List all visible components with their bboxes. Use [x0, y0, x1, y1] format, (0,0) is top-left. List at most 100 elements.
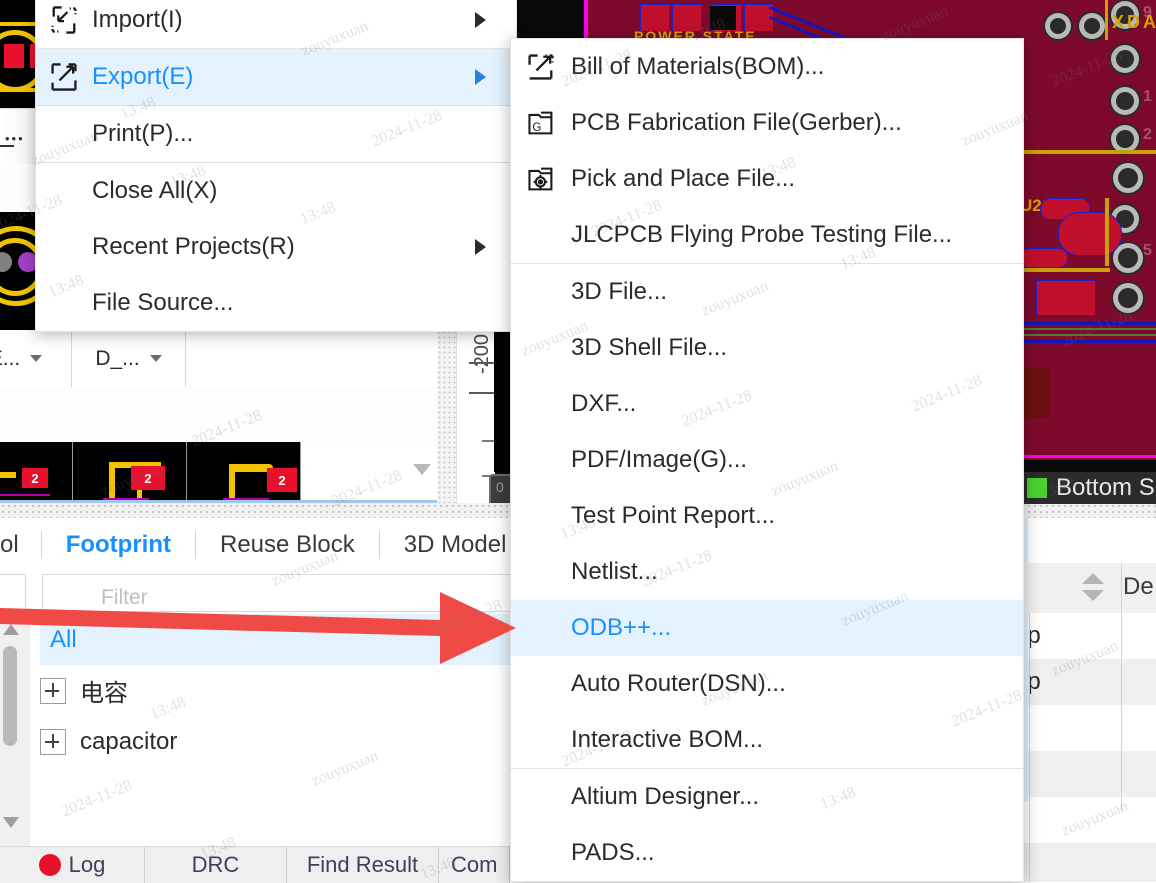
export-item-pick-and-place-label: Pick and Place File...: [571, 165, 796, 192]
footprint-thumbnail[interactable]: 2: [187, 442, 301, 500]
tab-footprint[interactable]: Footprint: [42, 531, 195, 559]
table-row[interactable]: [1020, 705, 1156, 752]
pcb-silkscreen-text: XDA: [1112, 12, 1156, 32]
pcb-trace: [1020, 268, 1110, 272]
scroll-down-arrow-icon[interactable]: [3, 817, 19, 828]
tab-drc[interactable]: DRC: [145, 847, 287, 883]
properties-table-panel: De ip ip: [1020, 518, 1156, 882]
layer-name-label: Bottom Sil: [1056, 474, 1156, 501]
table-row[interactable]: [1020, 843, 1156, 882]
tab-log-label: Log: [68, 852, 106, 877]
expand-plus-icon[interactable]: [40, 728, 66, 755]
menu-item-import[interactable]: Import(I): [36, 0, 516, 48]
export-arrow-icon: [511, 51, 571, 83]
export-item-pads[interactable]: PADS...: [511, 825, 1023, 881]
footprint-thumbnail[interactable]: 2: [0, 442, 73, 500]
tree-item-label: 电容: [80, 680, 128, 707]
export-item-netlist[interactable]: Netlist...: [511, 544, 1023, 600]
footprint-thumbnail[interactable]: 2: [73, 442, 187, 500]
pcb-through-hole-pad: [1116, 92, 1134, 110]
pcb-through-hole-pad: [1118, 168, 1138, 188]
menu-item-export[interactable]: Export(E): [36, 49, 516, 105]
menu-item-print[interactable]: Print(P)...: [36, 106, 516, 162]
table-row[interactable]: [1020, 751, 1156, 798]
export-submenu: Bill of Materials(BOM)... G PCB Fabricat…: [510, 38, 1024, 882]
left-blank-panel: [0, 164, 36, 212]
pick-place-icon: [511, 164, 571, 194]
table-column-header-description[interactable]: De: [1123, 573, 1154, 601]
pcb-pad-number: 2: [1143, 126, 1152, 143]
table-row[interactable]: [1020, 797, 1156, 844]
export-item-interactive-bom[interactable]: Interactive BOM...: [511, 712, 1023, 768]
footprint-pin-badge: 2: [267, 468, 297, 492]
tree-item-label: capacitor: [80, 727, 178, 755]
tab-find-result[interactable]: Find Result: [287, 847, 439, 883]
overflow-underline: [0, 145, 14, 147]
chevron-down-icon[interactable]: [413, 464, 431, 475]
export-item-odb[interactable]: ODB++...: [511, 600, 1023, 656]
export-item-interactive-bom-label: Interactive BOM...: [571, 726, 764, 753]
export-item-auto-router-dsn-label: Auto Router(DSN)...: [571, 670, 786, 697]
export-item-3d-file[interactable]: 3D File...: [511, 264, 1023, 320]
tab-compare[interactable]: Com: [439, 847, 510, 883]
export-item-gerber[interactable]: G PCB Fabrication File(Gerber)...: [511, 95, 1023, 151]
export-item-dxf-label: DXF...: [571, 390, 637, 417]
export-item-auto-router-dsn[interactable]: Auto Router(DSN)...: [511, 656, 1023, 712]
footprint-drill: [18, 252, 36, 272]
pcb-pad: [1020, 248, 1068, 268]
error-dot-icon: [38, 854, 61, 876]
tree-item-capacitor-cn[interactable]: 电容: [40, 665, 510, 716]
tab-log[interactable]: Log: [0, 847, 145, 883]
export-item-3d-shell-file[interactable]: 3D Shell File...: [511, 320, 1023, 376]
footprint-thumbnail-list[interactable]: 2 2 2: [0, 442, 437, 500]
footprint-list-scroll-area[interactable]: [301, 442, 437, 500]
footprint-pin-badge: 2: [22, 468, 48, 488]
menu-item-recent-projects[interactable]: Recent Projects(R): [36, 219, 516, 275]
export-item-pdf-image-label: PDF/Image(G)...: [571, 446, 748, 473]
pcb-through-hole-pad: [1116, 50, 1134, 68]
export-item-pdf-image[interactable]: PDF/Image(G)...: [511, 432, 1023, 488]
tab-reuse-block[interactable]: Reuse Block: [196, 531, 379, 559]
export-item-3d-shell-file-label: 3D Shell File...: [571, 334, 728, 361]
pcb-through-hole-pad: [1116, 130, 1134, 148]
gerber-file-icon: G: [511, 108, 571, 138]
footprint-combo-2[interactable]: D_...: [72, 330, 186, 387]
active-layer-indicator[interactable]: Bottom Sil: [1020, 472, 1156, 504]
pcb-trace: [1105, 0, 1108, 40]
canvas-vertical-scrollbar[interactable]: [437, 330, 456, 503]
tab-symbol[interactable]: ol: [0, 531, 41, 559]
export-item-pick-and-place[interactable]: Pick and Place File...: [511, 151, 1023, 207]
pcb-through-hole-pad: [1118, 288, 1138, 308]
export-item-altium-designer-label: Altium Designer...: [571, 783, 760, 810]
chevron-right-icon: [475, 69, 486, 85]
export-item-pads-label: PADS...: [571, 839, 655, 866]
pcb-trace: [1020, 334, 1156, 336]
export-item-test-point-report[interactable]: Test Point Report...: [511, 488, 1023, 544]
pcb-magenta-edge: [584, 0, 588, 40]
sort-updown-icon[interactable]: [1080, 572, 1106, 602]
menu-item-close-all[interactable]: Close All(X): [36, 163, 516, 219]
pcb-trace: [1020, 322, 1156, 325]
pcb-dark-region: [1020, 368, 1050, 418]
svg-text:G: G: [532, 122, 541, 134]
pcb-pad-number: 5: [1143, 242, 1152, 259]
menu-item-print-label: Print(P)...: [92, 120, 194, 147]
footprint-combo-1[interactable]: E...: [0, 330, 72, 387]
left-overflow-panel[interactable]: •••: [0, 108, 36, 166]
pcb-pad-number: 1: [1143, 88, 1152, 105]
export-item-bom[interactable]: Bill of Materials(BOM)...: [511, 39, 1023, 95]
overflow-dots-icon[interactable]: •••: [5, 132, 25, 145]
bottom-panel-tabbar: Log DRC Find Result Com: [0, 846, 510, 883]
footprint-pin-badge: 2: [131, 466, 165, 490]
pcb-pad: [1036, 280, 1096, 316]
export-item-altium-designer[interactable]: Altium Designer...: [511, 769, 1023, 825]
pcb-dark-region: [710, 6, 736, 30]
footprint-combo-1-label: E...: [0, 346, 21, 370]
tree-item-capacitor[interactable]: capacitor: [40, 716, 510, 767]
tab-3d-model[interactable]: 3D Model: [380, 531, 531, 559]
export-item-dxf[interactable]: DXF...: [511, 376, 1023, 432]
library-panel: ol Footprint Reuse Block 3D Model Filter…: [0, 518, 545, 883]
export-item-flying-probe[interactable]: JLCPCB Flying Probe Testing File...: [511, 207, 1023, 263]
menu-item-file-source[interactable]: File Source...: [36, 275, 516, 331]
expand-plus-icon[interactable]: [40, 677, 66, 704]
